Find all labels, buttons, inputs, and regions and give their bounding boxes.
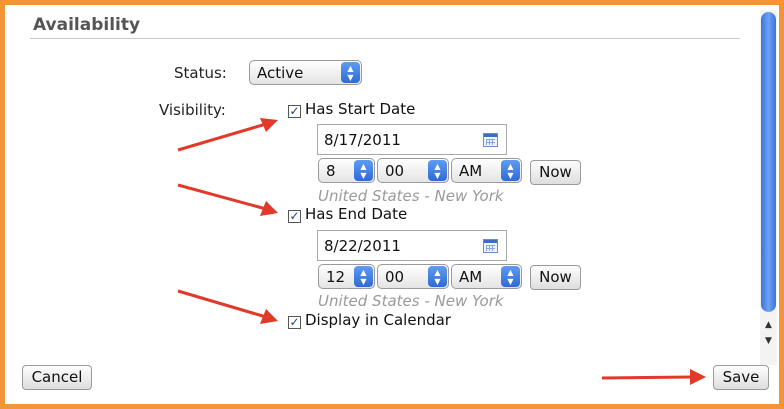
up-down-stepper-icon: ▲ ▼ bbox=[428, 266, 447, 287]
display-in-calendar-checkbox[interactable]: ✓ bbox=[288, 316, 301, 329]
start-hour-value: 8 bbox=[326, 162, 336, 180]
start-hour-select[interactable]: 8 ▲ ▼ bbox=[318, 158, 375, 183]
start-date-value: 8/17/2011 bbox=[324, 131, 401, 149]
section-title: Availability bbox=[33, 15, 141, 35]
status-value: Active bbox=[257, 64, 304, 82]
end-timezone: United States - New York bbox=[318, 292, 504, 310]
display-in-calendar-label: Display in Calendar bbox=[305, 311, 451, 329]
start-minute-select[interactable]: 00 ▲ ▼ bbox=[377, 158, 449, 183]
calendar-icon[interactable] bbox=[483, 133, 498, 147]
scrollbar-thumb[interactable] bbox=[761, 12, 776, 312]
annotation-arrow-icon bbox=[177, 118, 278, 152]
checkmark-icon: ✓ bbox=[289, 315, 300, 329]
has-end-date-label: Has End Date bbox=[305, 205, 408, 223]
up-down-stepper-icon: ▲ ▼ bbox=[501, 266, 520, 287]
has-start-date-label: Has Start Date bbox=[305, 100, 416, 118]
scroll-up-icon[interactable]: ▲ bbox=[761, 318, 776, 332]
end-date-value: 8/22/2011 bbox=[324, 237, 401, 255]
end-now-button[interactable]: Now bbox=[530, 265, 581, 290]
end-minute-select[interactable]: 00 ▲ ▼ bbox=[377, 264, 449, 289]
start-ampm-value: AM bbox=[459, 162, 483, 180]
annotation-arrow-icon bbox=[177, 289, 278, 324]
start-now-button[interactable]: Now bbox=[530, 160, 581, 185]
up-down-stepper-icon: ▲ ▼ bbox=[501, 160, 520, 181]
has-end-date-checkbox[interactable]: ✓ bbox=[288, 210, 301, 223]
end-hour-select[interactable]: 12 ▲ ▼ bbox=[318, 264, 375, 289]
cancel-button[interactable]: Cancel bbox=[22, 365, 92, 390]
up-down-stepper-icon: ▲ ▼ bbox=[354, 266, 373, 287]
end-minute-value: 00 bbox=[385, 268, 405, 286]
section-divider bbox=[30, 38, 740, 39]
scroll-down-icon[interactable]: ▼ bbox=[761, 334, 776, 348]
start-minute-value: 00 bbox=[385, 162, 405, 180]
calendar-icon[interactable] bbox=[483, 239, 498, 253]
checkmark-icon: ✓ bbox=[289, 104, 300, 118]
checkmark-icon: ✓ bbox=[289, 209, 300, 223]
start-date-input[interactable]: 8/17/2011 bbox=[317, 124, 507, 155]
up-down-stepper-icon: ▲ ▼ bbox=[341, 62, 360, 83]
up-down-stepper-icon: ▲ ▼ bbox=[354, 160, 373, 181]
annotation-arrow-icon bbox=[177, 183, 278, 216]
end-ampm-value: AM bbox=[459, 268, 483, 286]
start-timezone: United States - New York bbox=[318, 187, 504, 205]
has-start-date-checkbox[interactable]: ✓ bbox=[288, 105, 301, 118]
end-hour-value: 12 bbox=[326, 268, 346, 286]
up-down-stepper-icon: ▲ ▼ bbox=[428, 160, 447, 181]
save-button[interactable]: Save bbox=[713, 365, 769, 390]
annotation-arrow-icon bbox=[601, 369, 706, 385]
status-label: Status: bbox=[174, 64, 227, 82]
status-select[interactable]: Active ▲ ▼ bbox=[249, 60, 362, 85]
start-ampm-select[interactable]: AM ▲ ▼ bbox=[451, 158, 522, 183]
end-ampm-select[interactable]: AM ▲ ▼ bbox=[451, 264, 522, 289]
end-date-input[interactable]: 8/22/2011 bbox=[317, 230, 507, 261]
